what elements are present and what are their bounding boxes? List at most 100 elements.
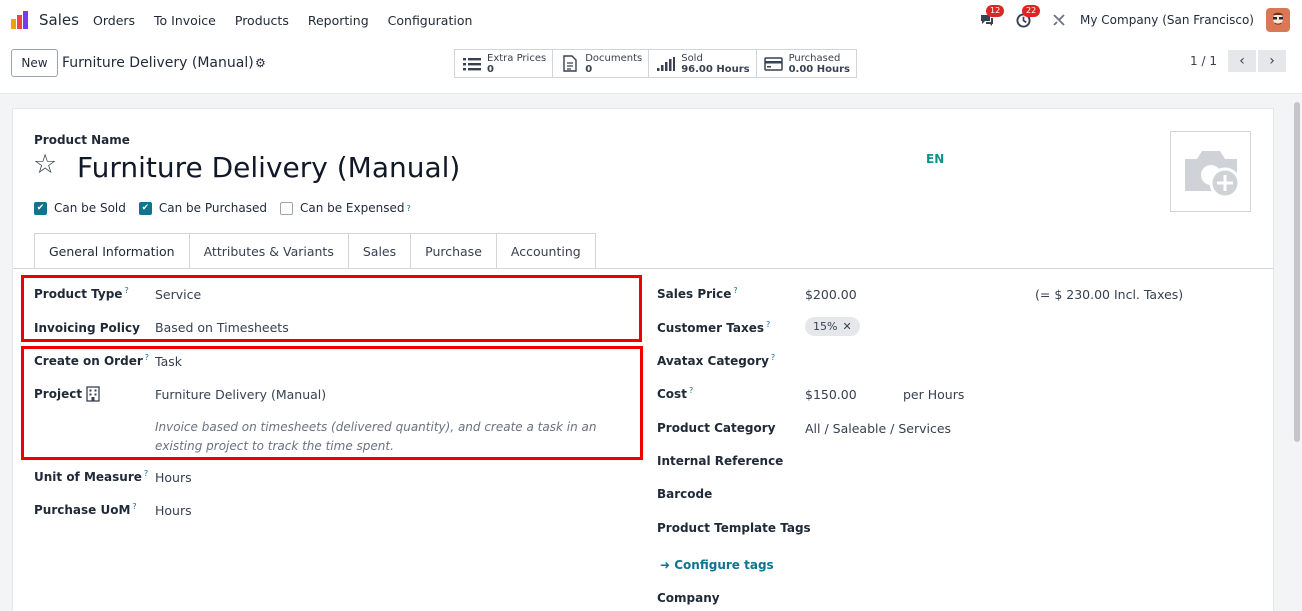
- debug-tools-icon[interactable]: [1048, 9, 1070, 31]
- form-notebook-tabs: General Information Attributes & Variant…: [34, 233, 596, 269]
- arrow-right-icon: ➜: [660, 558, 671, 572]
- chat-icon[interactable]: 12: [976, 5, 1005, 31]
- can-be-sold-label: Can be Sold: [54, 201, 126, 215]
- favorite-star-icon[interactable]: ☆: [33, 151, 57, 178]
- credit-card-icon: [763, 56, 785, 71]
- help-tooltip-icon[interactable]: ?: [406, 204, 410, 213]
- remove-tag-icon[interactable]: ✕: [842, 320, 851, 333]
- help-tooltip-icon[interactable]: ?: [144, 469, 148, 478]
- tab-accounting[interactable]: Accounting: [496, 233, 596, 269]
- barcode-label-row: Barcode: [657, 486, 712, 501]
- template-tags-label-row: Product Template Tags: [657, 520, 811, 535]
- help-tooltip-icon[interactable]: ?: [132, 502, 136, 511]
- documents-button[interactable]: Documents 0: [553, 50, 650, 77]
- can-be-sold-checkbox[interactable]: ✔ Can be Sold: [34, 201, 126, 215]
- top-navbar: Sales Orders To Invoice Products Reporti…: [0, 0, 1302, 41]
- navbar-systray: 12 22 My Company (San Francisco): [976, 5, 1290, 32]
- pager-next-icon[interactable]: ›: [1258, 50, 1286, 72]
- highlight-box-product-type: [21, 275, 642, 342]
- list-icon: [461, 57, 483, 71]
- configure-tags-link[interactable]: ➜ Configure tags: [660, 558, 774, 572]
- scrollbar[interactable]: [1292, 94, 1302, 611]
- uom-label-row: Unit of Measure?: [34, 469, 148, 484]
- app-name[interactable]: Sales: [39, 11, 79, 29]
- user-avatar[interactable]: [1266, 8, 1290, 32]
- uom-field[interactable]: Hours: [155, 470, 192, 485]
- internal-reference-label: Internal Reference: [657, 454, 784, 468]
- tax-tag-label: 15%: [813, 320, 838, 333]
- cost-unit-text: per Hours: [903, 387, 965, 402]
- tab-purchase[interactable]: Purchase: [411, 233, 497, 269]
- activity-clock-icon[interactable]: 22: [1012, 5, 1041, 31]
- main-menu: Orders To Invoice Products Reporting Con…: [93, 13, 491, 28]
- product-name-label: Product Name: [34, 133, 130, 147]
- activity-badge: 22: [1022, 5, 1041, 17]
- menu-configuration[interactable]: Configuration: [388, 13, 473, 28]
- internal-ref-label-row: Internal Reference: [657, 453, 783, 468]
- customer-taxes-label-row: Customer Taxes?: [657, 320, 770, 335]
- category-label-row: Product Category: [657, 420, 775, 435]
- help-tooltip-icon[interactable]: ?: [689, 386, 693, 395]
- pager-nav: ‹ ›: [1228, 50, 1286, 72]
- breadcrumb: Furniture Delivery (Manual): [62, 55, 254, 71]
- camera-add-icon: [1184, 150, 1240, 198]
- gear-icon[interactable]: ⚙: [255, 56, 266, 70]
- purchased-label: Purchased: [788, 52, 841, 64]
- product-image-upload[interactable]: [1170, 131, 1251, 212]
- purchased-button[interactable]: Purchased 0.00 Hours: [756, 50, 856, 77]
- can-be-purchased-checkbox[interactable]: ✔ Can be Purchased: [138, 201, 267, 215]
- purchase-uom-field[interactable]: Hours: [155, 503, 192, 518]
- tab-attributes-variants[interactable]: Attributes & Variants: [189, 233, 349, 269]
- product-name-input[interactable]: Furniture Delivery (Manual): [77, 151, 460, 184]
- cost-field[interactable]: $150.00: [805, 387, 857, 402]
- menu-orders[interactable]: Orders: [93, 13, 135, 28]
- purchase-uom-label: Purchase UoM: [34, 503, 131, 518]
- pager-previous-icon[interactable]: ‹: [1228, 50, 1256, 72]
- new-button[interactable]: New: [11, 49, 58, 77]
- sales-price-label: Sales Price: [657, 287, 732, 302]
- sold-button[interactable]: Sold 96.00 Hours: [649, 50, 757, 77]
- avatax-category-label: Avatax Category: [657, 354, 769, 369]
- product-category-field[interactable]: All / Saleable / Services: [805, 421, 951, 436]
- extra-prices-button[interactable]: Extra Prices 0: [455, 50, 554, 77]
- tax-tag[interactable]: 15% ✕: [805, 317, 860, 336]
- can-be-purchased-label: Can be Purchased: [158, 201, 267, 215]
- chat-badge: 12: [986, 5, 1005, 17]
- product-template-tags-label: Product Template Tags: [657, 521, 811, 535]
- tab-general-information[interactable]: General Information: [34, 233, 190, 269]
- scrollbar-thumb[interactable]: [1294, 102, 1300, 442]
- documents-label: Documents: [585, 52, 643, 64]
- menu-reporting[interactable]: Reporting: [308, 13, 369, 28]
- help-tooltip-icon[interactable]: ?: [771, 353, 775, 362]
- can-be-expensed-label: Can be Expensed: [299, 201, 405, 215]
- highlight-box-create-on-order: [21, 346, 643, 460]
- can-be-expensed-checkbox[interactable]: Can be Expensed?: [279, 201, 411, 215]
- purchased-value: 0.00 Hours: [788, 63, 850, 75]
- checkbox-checked-icon[interactable]: ✔: [138, 201, 152, 215]
- company-label: Company: [657, 591, 720, 605]
- uom-label: Unit of Measure: [34, 470, 142, 485]
- sales-price-label-row: Sales Price?: [657, 286, 738, 301]
- extra-prices-value: 0: [487, 63, 494, 75]
- help-tooltip-icon[interactable]: ?: [733, 286, 737, 295]
- menu-to-invoice[interactable]: To Invoice: [154, 13, 216, 28]
- menu-products[interactable]: Products: [235, 13, 289, 28]
- tab-sales[interactable]: Sales: [348, 233, 412, 269]
- document-icon: [559, 55, 581, 72]
- barcode-label: Barcode: [657, 487, 713, 501]
- cost-label-row: Cost?: [657, 386, 693, 401]
- pager-value[interactable]: 1 / 1: [1190, 54, 1217, 68]
- product-flags: ✔ Can be Sold ✔ Can be Purchased Can be …: [34, 201, 424, 215]
- cost-label: Cost: [657, 387, 687, 402]
- sales-price-field[interactable]: $200.00: [805, 287, 857, 302]
- language-button[interactable]: EN: [926, 152, 944, 166]
- incl-taxes-text: (= $ 230.00 Incl. Taxes): [1035, 287, 1184, 302]
- sales-app-logo-icon[interactable]: [10, 10, 32, 30]
- sold-value: 96.00 Hours: [681, 63, 750, 75]
- company-switcher[interactable]: My Company (San Francisco): [1080, 13, 1254, 27]
- checkbox-unchecked-icon[interactable]: [279, 201, 293, 215]
- help-tooltip-icon[interactable]: ?: [766, 320, 770, 329]
- company-label-row: Company: [657, 590, 720, 605]
- checkbox-checked-icon[interactable]: ✔: [34, 201, 47, 215]
- customer-taxes-label: Customer Taxes: [657, 321, 764, 336]
